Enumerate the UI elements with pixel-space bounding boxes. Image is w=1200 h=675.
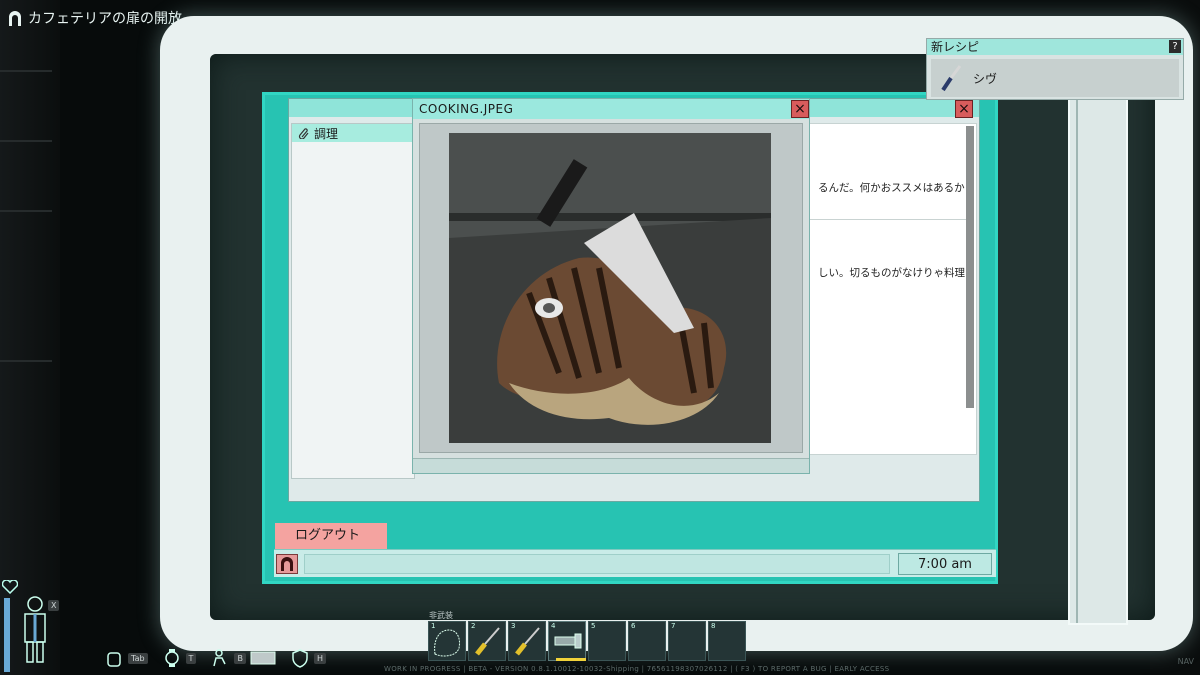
chat-message: るんだ。何かおススメはあるか <box>818 182 965 194</box>
key-hint: B <box>234 652 246 664</box>
key-hint: X <box>48 600 60 611</box>
close-icon[interactable]: × <box>791 100 809 118</box>
start-button[interactable] <box>276 554 298 574</box>
build-info-footer: WORK IN PROGRESS | BETA - VERSION 0.8.1.… <box>384 665 890 673</box>
nav-label: NAV <box>1177 657 1194 666</box>
knife-in-bread-image <box>449 133 771 443</box>
player-status: X <box>0 580 70 675</box>
backpack-shortcut[interactable]: Tab <box>104 648 148 668</box>
objective-text: カフェテリアの扉の開放 <box>28 11 182 27</box>
help-icon[interactable]: ? <box>1169 40 1181 53</box>
scrollbar[interactable] <box>966 126 974 408</box>
chat-content: るんだ。何かおススメはあるか しい。切るものがなけりゃ料理 <box>809 123 977 455</box>
player-portrait-icon <box>24 596 46 663</box>
cooking-photo <box>449 133 771 443</box>
recipe-item: シヴ <box>931 59 1179 97</box>
id-card-icon <box>250 651 276 665</box>
inventory-slot[interactable]: 5 <box>588 621 626 661</box>
divider <box>810 219 970 220</box>
clock: 7:00 am <box>898 553 992 575</box>
defense-shortcut[interactable]: H <box>290 648 326 668</box>
selected-slot-indicator <box>556 658 586 661</box>
close-icon[interactable]: × <box>955 100 973 118</box>
heart-icon <box>2 580 18 594</box>
watch-shortcut[interactable]: T <box>162 648 197 668</box>
inventory-slot[interactable]: 4 <box>548 621 586 661</box>
inventory-label: 非武装 <box>429 611 453 620</box>
recipe-popup-title: 新レシピ ? <box>927 39 1183 55</box>
sidebar-item-label: 調理 <box>314 126 339 141</box>
inventory-slot[interactable]: 7 <box>668 621 706 661</box>
background-wall-left <box>0 0 60 675</box>
inventory-slot[interactable]: 3 <box>508 621 546 661</box>
new-recipe-popup: 新レシピ ? シヴ <box>926 38 1184 100</box>
recipe-item-name: シヴ <box>973 71 998 86</box>
health-bar <box>4 598 10 672</box>
arch-icon <box>281 557 293 571</box>
sidebar-item-cooking[interactable]: 調理 <box>292 124 414 142</box>
chat-sidebar: 調理 <box>291 123 415 479</box>
backpack-icon <box>107 652 121 667</box>
crafting-shortcut[interactable]: B <box>210 648 276 668</box>
inventory-bar: 1 2 3 4 5 6 7 8 <box>428 621 746 661</box>
door-panel <box>1068 80 1128 625</box>
image-viewer-window[interactable]: COOKING.JPEG × <box>412 98 810 474</box>
paperclip-icon <box>298 128 309 139</box>
logout-button[interactable]: ログアウト <box>275 523 387 549</box>
key-hint: T <box>185 652 197 664</box>
arch-icon <box>9 11 21 26</box>
shield-icon <box>292 649 308 668</box>
hud-shortcuts: Tab T B H <box>104 648 326 668</box>
chat-message: しい。切るものがなけりゃ料理 <box>818 267 965 279</box>
shiv-icon <box>941 65 962 92</box>
inventory-slot[interactable]: 6 <box>628 621 666 661</box>
inventory-slot[interactable]: 1 <box>428 621 466 661</box>
taskbar-window-list <box>304 554 890 574</box>
objective-banner: カフェテリアの扉の開放 <box>8 8 182 28</box>
taskbar: 7:00 am <box>274 549 996 577</box>
crafting-icon <box>213 649 227 667</box>
image-window-title[interactable]: COOKING.JPEG <box>413 99 809 119</box>
key-hint: Tab <box>128 652 148 664</box>
inventory-slot[interactable]: 2 <box>468 621 506 661</box>
key-hint: H <box>313 652 326 664</box>
window-statusbar <box>413 458 809 473</box>
inventory-slot[interactable]: 8 <box>708 621 746 661</box>
watch-icon <box>164 649 179 667</box>
